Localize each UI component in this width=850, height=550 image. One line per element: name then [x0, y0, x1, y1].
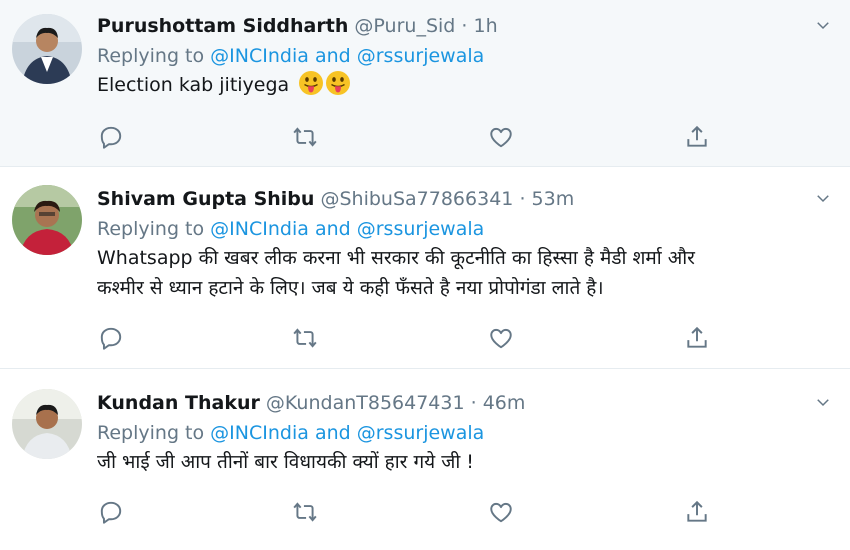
separator-dot: ·: [461, 15, 468, 37]
tongue-out-emoji: [298, 70, 324, 96]
replying-to: Replying to @INCIndia and @rssurjewala: [97, 421, 810, 445]
tweet-actions: [97, 325, 737, 353]
chevron-down-icon[interactable]: [814, 16, 832, 34]
display-name[interactable]: Purushottam Siddharth: [97, 15, 348, 37]
replying-to-label: Replying to: [97, 45, 205, 67]
tongue-out-emoji: [325, 70, 351, 96]
tweet[interactable]: Shivam Gupta Shibu @ShibuSa77866341 · 53…: [0, 167, 850, 368]
like-icon[interactable]: [488, 499, 514, 525]
avatar[interactable]: [12, 14, 82, 84]
replying-to-label: Replying to: [97, 218, 205, 240]
timestamp[interactable]: 1h: [473, 15, 497, 37]
tweet-text-line: जी भाई जी आप तीनों बार विधायकी क्यों हार…: [97, 451, 474, 473]
reply-icon[interactable]: [98, 499, 124, 525]
tweet-text-line: Whatsapp की खबर लीक करना भी सरकार की कूट…: [97, 247, 695, 269]
tweet-text-body: Election kab jitiyega: [97, 74, 290, 96]
mention-link[interactable]: @rssurjewala: [357, 218, 485, 240]
like-icon[interactable]: [488, 124, 514, 150]
mention-link[interactable]: @INCIndia: [210, 218, 309, 240]
replying-to: Replying to @INCIndia and @rssurjewala: [97, 217, 810, 241]
mention-link[interactable]: @INCIndia: [210, 422, 309, 444]
retweet-icon[interactable]: [292, 499, 318, 525]
display-name[interactable]: Kundan Thakur: [97, 392, 260, 414]
tweet[interactable]: Purushottam Siddharth @Puru_Sid · 1h Rep…: [0, 0, 850, 166]
reply-icon[interactable]: [98, 325, 124, 351]
timestamp[interactable]: 46m: [483, 392, 526, 414]
and-text: and: [314, 422, 351, 444]
avatar[interactable]: [12, 185, 82, 255]
reply-icon[interactable]: [98, 124, 124, 150]
user-handle[interactable]: @Puru_Sid: [354, 15, 455, 37]
mention-link[interactable]: @INCIndia: [210, 45, 309, 67]
tweet-actions: [97, 499, 737, 527]
tweet-text: Election kab jitiyega: [97, 70, 810, 100]
chevron-down-icon[interactable]: [814, 393, 832, 411]
and-text: and: [314, 45, 351, 67]
retweet-icon[interactable]: [292, 325, 318, 351]
share-icon[interactable]: [684, 325, 710, 351]
timestamp[interactable]: 53m: [532, 188, 575, 210]
like-icon[interactable]: [488, 325, 514, 351]
user-handle[interactable]: @KundanT85647431: [266, 392, 465, 414]
share-icon[interactable]: [684, 499, 710, 525]
separator-dot: ·: [470, 392, 477, 414]
separator-dot: ·: [519, 188, 526, 210]
avatar[interactable]: [12, 389, 82, 459]
user-handle[interactable]: @ShibuSa77866341: [320, 188, 513, 210]
tweet-text-line: कश्मीर से ध्यान हटाने के लिए। जब ये कही …: [97, 277, 604, 299]
tweet-text: Whatsapp की खबर लीक करना भी सरकार की कूट…: [97, 243, 810, 303]
tweet-actions: [97, 124, 737, 152]
replying-to-label: Replying to: [97, 422, 205, 444]
replying-to: Replying to @INCIndia and @rssurjewala: [97, 44, 810, 68]
tweet-text: जी भाई जी आप तीनों बार विधायकी क्यों हार…: [97, 447, 810, 477]
tweet[interactable]: Kundan Thakur @KundanT85647431 · 46m Rep…: [0, 369, 850, 550]
share-icon[interactable]: [684, 124, 710, 150]
retweet-icon[interactable]: [292, 124, 318, 150]
chevron-down-icon[interactable]: [814, 189, 832, 207]
mention-link[interactable]: @rssurjewala: [357, 422, 485, 444]
and-text: and: [314, 218, 351, 240]
mention-link[interactable]: @rssurjewala: [357, 45, 485, 67]
display-name[interactable]: Shivam Gupta Shibu: [97, 188, 314, 210]
